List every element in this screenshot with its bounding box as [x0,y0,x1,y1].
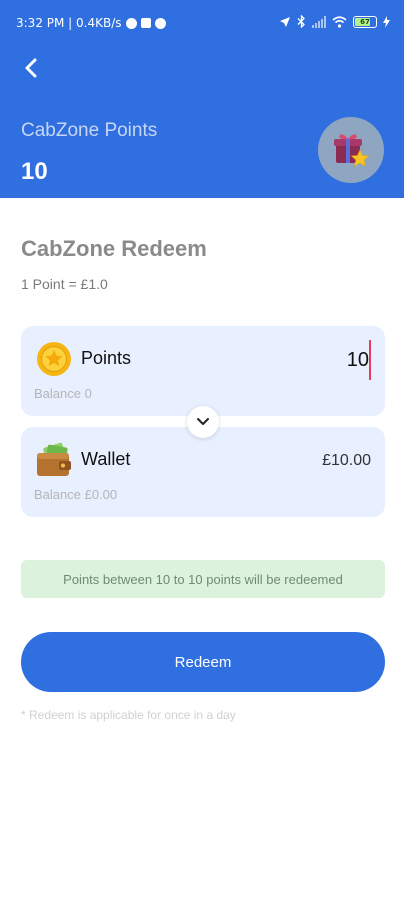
notification-icon [140,18,151,28]
points-balance: Balance 0 [34,386,92,401]
points-card: Points Balance 0 [21,326,385,416]
status-left: 3:32 PM | 0.4KB/s [16,16,166,30]
points-total: 10 [21,158,48,185]
header: 3:32 PM | 0.4KB/s 67 CabZone Points 10 [0,0,404,198]
wifi-icon [332,15,347,28]
location-icon [280,16,290,27]
coin-star-icon [37,342,71,376]
wallet-balance: Balance £0.00 [34,487,118,502]
points-label: Points [81,348,132,368]
notification-icon [154,17,166,29]
battery-icon: 67 [353,15,377,28]
notification-icon [125,17,137,29]
back-arrow-icon[interactable] [18,54,46,82]
signal-icon [312,15,326,28]
wallet-card: Wallet £10.00 Balance £0.00 [21,427,385,517]
battery-level: 67 [360,17,370,26]
conversion-rate: 1 Point = £1.0 [21,276,108,292]
points-title: CabZone Points [21,120,158,141]
text-cursor [369,340,371,380]
points-input[interactable] [251,342,371,378]
chevron-down-icon [197,418,209,425]
gift-badge [318,117,384,183]
bluetooth-icon [297,15,305,28]
charging-icon [383,15,390,28]
swap-button[interactable] [187,406,219,438]
status-time: 3:32 PM | 0.4KB/s [16,16,122,30]
status-bar: 3:32 PM | 0.4KB/s 67 [0,0,404,50]
wallet-amount: £10.00 [322,452,371,469]
wallet-icon [37,442,71,476]
redeem-notice: Points between 10 to 10 points will be r… [21,560,385,598]
redeem-footnote: * Redeem is applicable for once in a day [21,708,236,722]
wallet-label: Wallet [81,449,131,469]
redeem-button[interactable]: Redeem [21,632,385,692]
redeem-title: CabZone Redeem [21,236,207,261]
gift-star-icon [334,134,370,167]
status-right: 67 [279,15,390,28]
